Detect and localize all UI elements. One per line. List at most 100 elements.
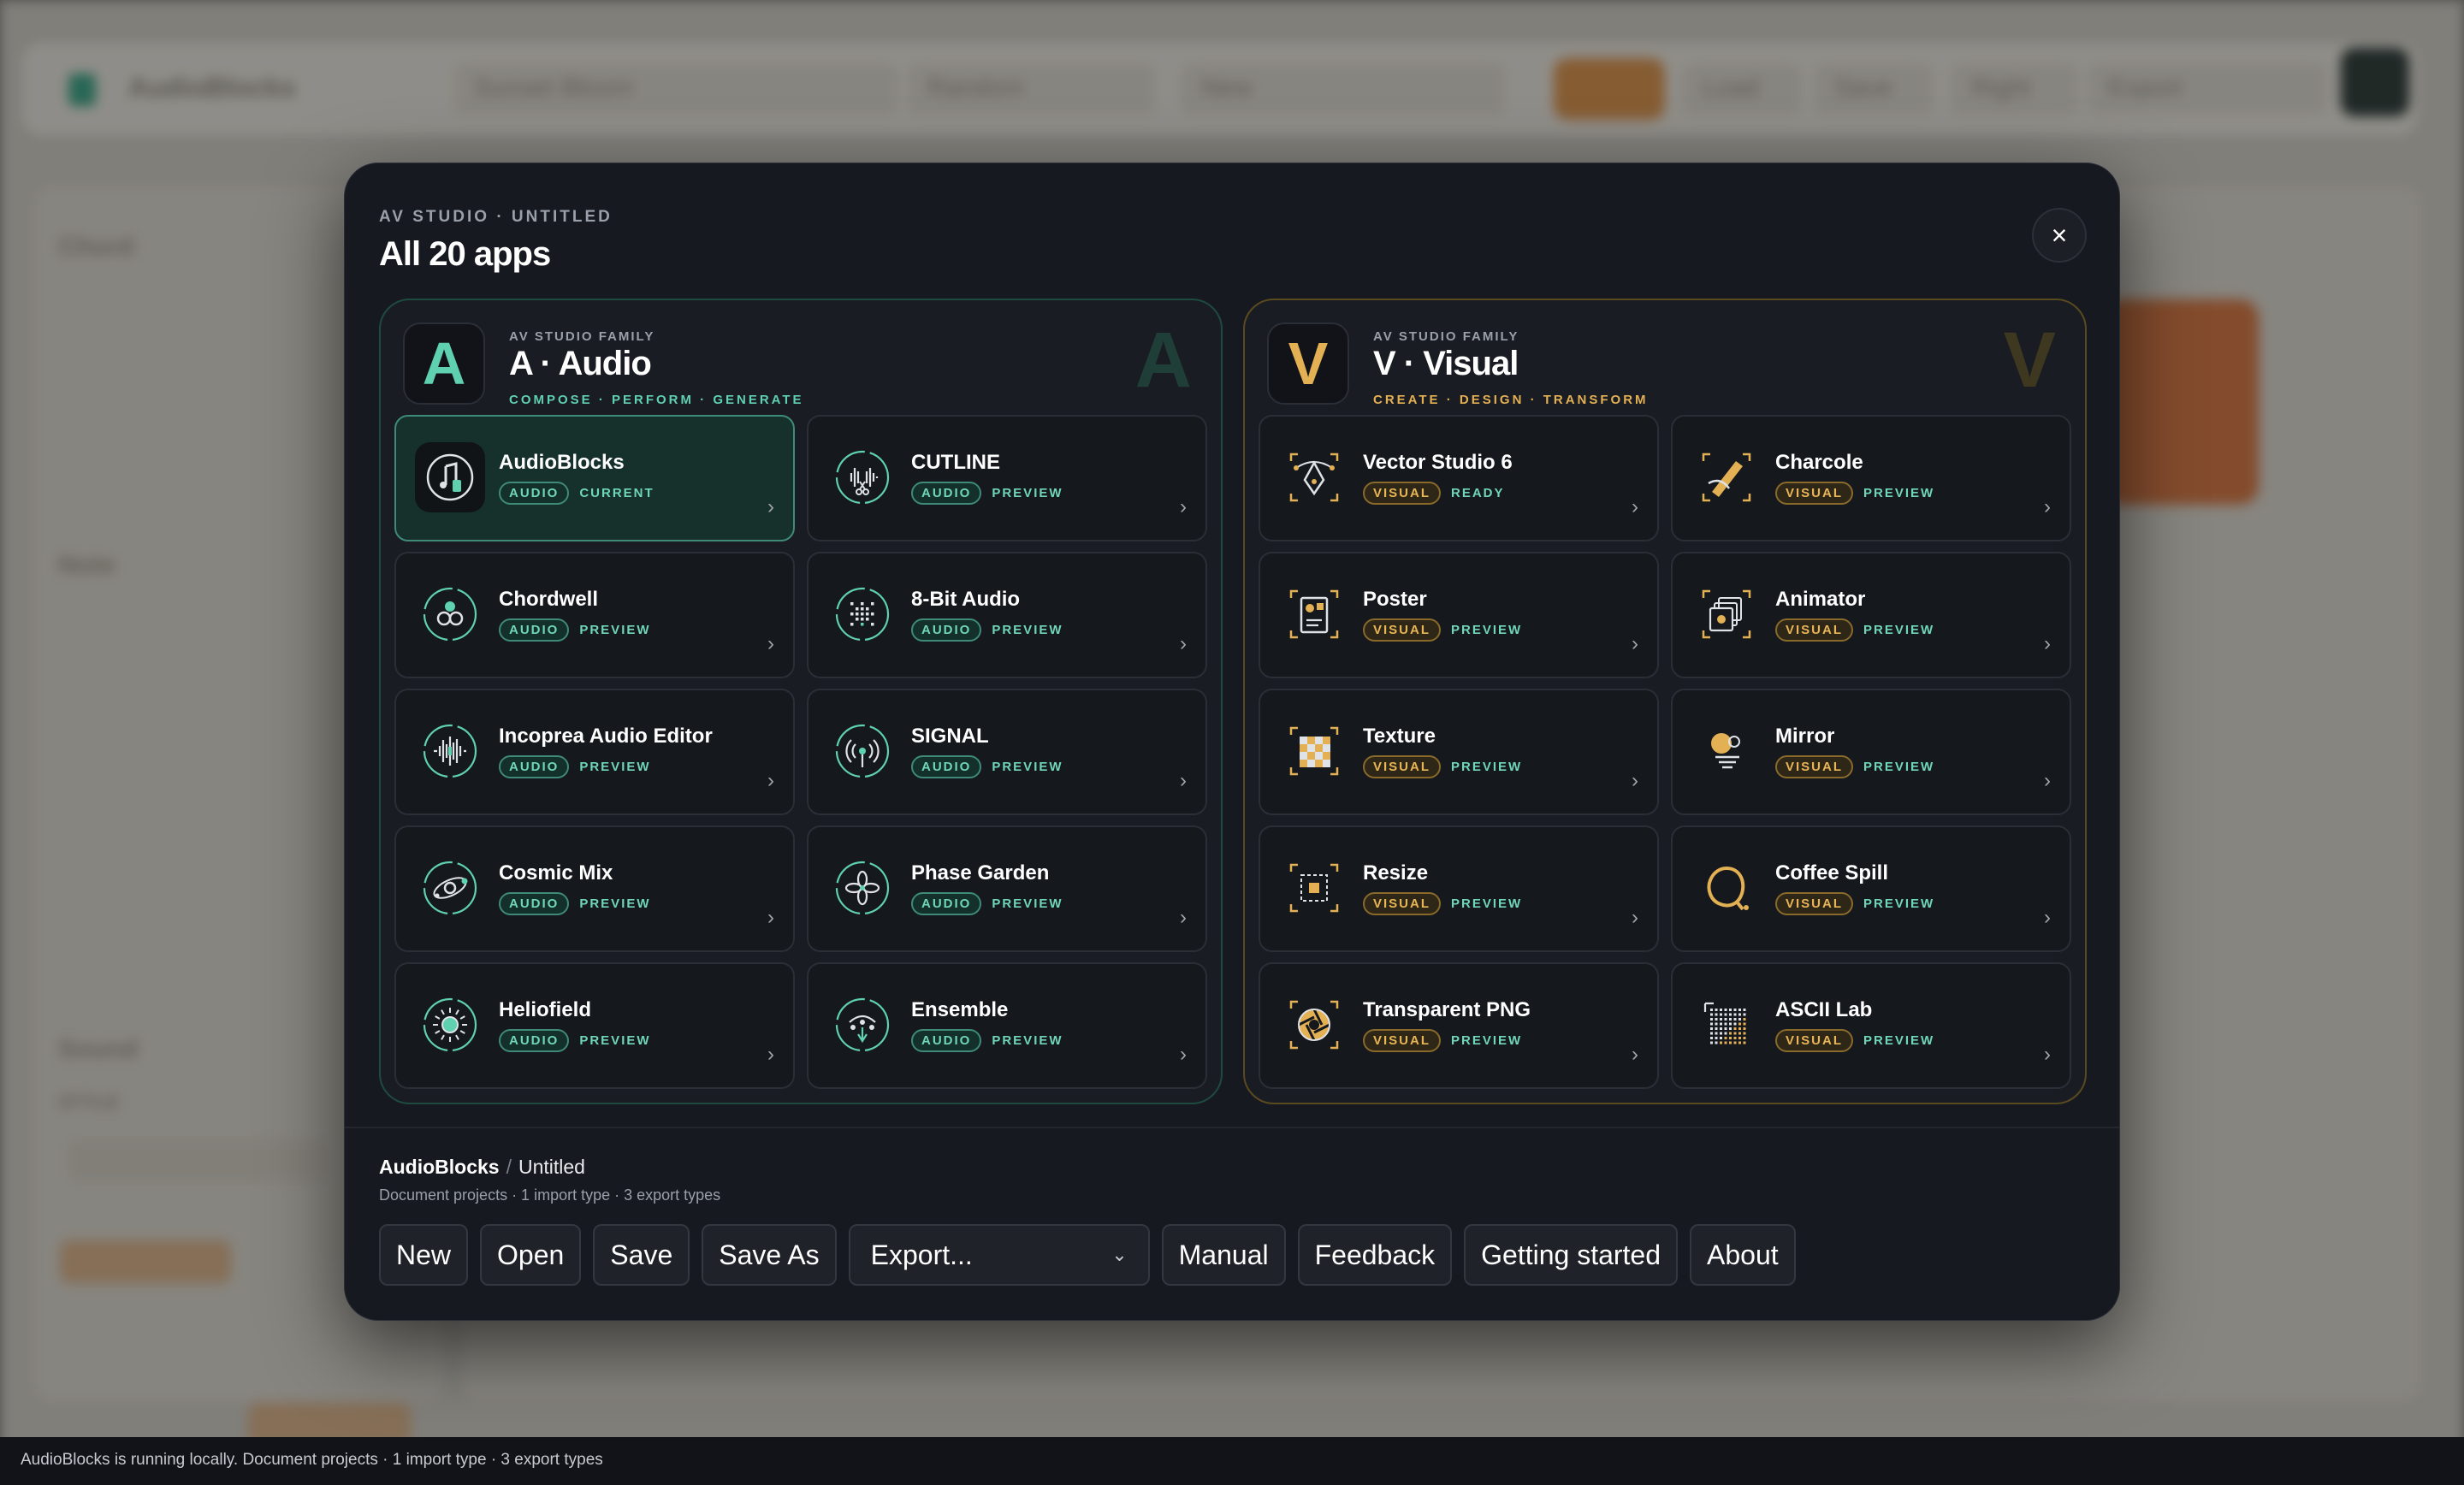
- app-name: Phase Garden: [911, 861, 1050, 884]
- breadcrumb-document: Untitled: [518, 1156, 585, 1178]
- app-grid-audio: AudioBlocks AUDIO CURRENT › CUTLINE AUDIO PRE…: [394, 415, 1207, 1089]
- app-card[interactable]: Heliofield AUDIO PREVIEW ›: [394, 962, 795, 1089]
- status-badge: PREVIEW: [992, 760, 1063, 774]
- chevron-right-icon: ›: [767, 495, 774, 518]
- save-as-button[interactable]: Save As: [702, 1224, 837, 1286]
- app-card[interactable]: Texture VISUAL PREVIEW ›: [1259, 689, 1659, 815]
- family-kicker: AV STUDIO FAMILY: [509, 329, 655, 344]
- app-card[interactable]: 8-Bit Audio AUDIO PREVIEW ›: [807, 552, 1207, 678]
- app-name: Ensemble: [911, 998, 1009, 1021]
- app-card[interactable]: Mirror VISUAL PREVIEW ›: [1671, 689, 2071, 815]
- category-badge: AUDIO: [911, 482, 982, 505]
- chevron-right-icon: ›: [2044, 632, 2051, 655]
- app-card[interactable]: Chordwell AUDIO PREVIEW ›: [394, 552, 795, 678]
- broadcast-icon: [827, 716, 897, 786]
- status-badge: PREVIEW: [992, 896, 1063, 911]
- app-name: AudioBlocks: [499, 451, 625, 474]
- family-visual: V AV STUDIO FAMILY V · Visual CREATE · D…: [1243, 299, 2087, 1104]
- app-badges: AUDIO PREVIEW: [911, 755, 1063, 778]
- chevron-right-icon: ›: [1180, 632, 1187, 655]
- status-badge: PREVIEW: [579, 760, 651, 774]
- chevron-right-icon: ›: [1632, 632, 1638, 655]
- app-badges: AUDIO PREVIEW: [499, 892, 651, 915]
- app-card[interactable]: ASCII Lab VISUAL PREVIEW ›: [1671, 962, 2071, 1089]
- app-name: Cosmic Mix: [499, 861, 613, 884]
- app-card[interactable]: CUTLINE AUDIO PREVIEW ›: [807, 415, 1207, 541]
- category-badge: VISUAL: [1775, 482, 1854, 505]
- app-badges: AUDIO PREVIEW: [499, 618, 651, 642]
- chevron-right-icon: ›: [2044, 906, 2051, 929]
- breadcrumb-app: AudioBlocks: [379, 1156, 500, 1178]
- family-watermark: V: [2003, 317, 2056, 404]
- status-badge: PREVIEW: [992, 1033, 1063, 1048]
- chevron-right-icon: ›: [767, 769, 774, 792]
- chevron-right-icon: ›: [1632, 769, 1638, 792]
- app-badges: VISUAL PREVIEW: [1775, 1029, 1934, 1052]
- app-card[interactable]: Incoprea Audio Editor AUDIO PREVIEW ›: [394, 689, 795, 815]
- family-name: V · Visual: [1373, 345, 1519, 382]
- app-card[interactable]: Cosmic Mix AUDIO PREVIEW ›: [394, 825, 795, 952]
- app-badges: VISUAL READY: [1363, 482, 1505, 505]
- chevron-right-icon: ›: [767, 1043, 774, 1066]
- close-button[interactable]: ×: [2032, 208, 2087, 263]
- app-name: Vector Studio 6: [1363, 451, 1513, 474]
- family-kicker: AV STUDIO FAMILY: [1373, 329, 1519, 344]
- app-card[interactable]: Transparent PNG VISUAL PREVIEW ›: [1259, 962, 1659, 1089]
- app-card[interactable]: Resize VISUAL PREVIEW ›: [1259, 825, 1659, 952]
- app-name: ASCII Lab: [1775, 998, 1873, 1021]
- app-badges: VISUAL PREVIEW: [1775, 482, 1934, 505]
- status-badge: PREVIEW: [579, 623, 651, 637]
- category-badge: AUDIO: [499, 618, 570, 642]
- category-badge: AUDIO: [499, 755, 570, 778]
- new-button[interactable]: New: [379, 1224, 469, 1286]
- about-button[interactable]: About: [1690, 1224, 1796, 1286]
- export-select-value: Export...: [870, 1239, 973, 1270]
- flower-icon: [827, 853, 897, 923]
- app-card[interactable]: Vector Studio 6 VISUAL READY ›: [1259, 415, 1659, 541]
- layers-icon: [1691, 579, 1762, 649]
- app-card[interactable]: Ensemble AUDIO PREVIEW ›: [807, 962, 1207, 1089]
- chevron-right-icon: ›: [2044, 1043, 2051, 1066]
- modal-eyebrow: AV STUDIO · UNTITLED: [379, 208, 613, 226]
- app-badges: AUDIO PREVIEW: [499, 1029, 651, 1052]
- family-tagline: COMPOSE · PERFORM · GENERATE: [509, 393, 804, 407]
- status-bar: AudioBlocks is running locally. Document…: [0, 1437, 2464, 1485]
- app-card[interactable]: SIGNAL AUDIO PREVIEW ›: [807, 689, 1207, 815]
- status-badge: PREVIEW: [992, 486, 1063, 500]
- modal-title: All 20 apps: [379, 235, 551, 273]
- status-badge: PREVIEW: [1451, 623, 1523, 637]
- status-badge: PREVIEW: [1863, 623, 1935, 637]
- chevron-right-icon: ›: [1180, 769, 1187, 792]
- app-name: Chordwell: [499, 588, 599, 611]
- chord-circles-icon: [415, 579, 485, 649]
- chevron-down-icon: ⌄: [1111, 1244, 1128, 1265]
- status-badge: PREVIEW: [1863, 896, 1935, 911]
- getting-started-button[interactable]: Getting started: [1464, 1224, 1679, 1286]
- open-button[interactable]: Open: [480, 1224, 582, 1286]
- family-audio: A AV STUDIO FAMILY A · Audio COMPOSE · P…: [379, 299, 1223, 1104]
- status-badge: PREVIEW: [579, 896, 651, 911]
- app-card[interactable]: Phase Garden AUDIO PREVIEW ›: [807, 825, 1207, 952]
- app-card[interactable]: Animator VISUAL PREVIEW ›: [1671, 552, 2071, 678]
- spill-icon: [1691, 853, 1762, 923]
- save-button[interactable]: Save: [593, 1224, 690, 1286]
- manual-button[interactable]: Manual: [1161, 1224, 1286, 1286]
- app-switcher-modal: AV STUDIO · UNTITLED All 20 apps × A AV …: [344, 163, 2120, 1321]
- chevron-right-icon: ›: [1180, 495, 1187, 518]
- app-name: Animator: [1775, 588, 1866, 611]
- status-badge: PREVIEW: [992, 623, 1063, 637]
- export-select[interactable]: Export... ⌄: [848, 1224, 1150, 1286]
- app-card[interactable]: Coffee Spill VISUAL PREVIEW ›: [1671, 825, 2071, 952]
- app-card[interactable]: AudioBlocks AUDIO CURRENT ›: [394, 415, 795, 541]
- app-card[interactable]: Poster VISUAL PREVIEW ›: [1259, 552, 1659, 678]
- mirror-icon: [1691, 716, 1762, 786]
- status-badge: PREVIEW: [1451, 1033, 1523, 1048]
- app-card[interactable]: Charcole VISUAL PREVIEW ›: [1671, 415, 2071, 541]
- app-badges: VISUAL PREVIEW: [1363, 618, 1522, 642]
- app-badges: AUDIO PREVIEW: [911, 482, 1063, 505]
- family-mark: V: [1267, 322, 1349, 405]
- feedback-button[interactable]: Feedback: [1297, 1224, 1453, 1286]
- app-name: Mirror: [1775, 725, 1835, 748]
- status-badge: PREVIEW: [1863, 760, 1935, 774]
- app-name: Resize: [1363, 861, 1429, 884]
